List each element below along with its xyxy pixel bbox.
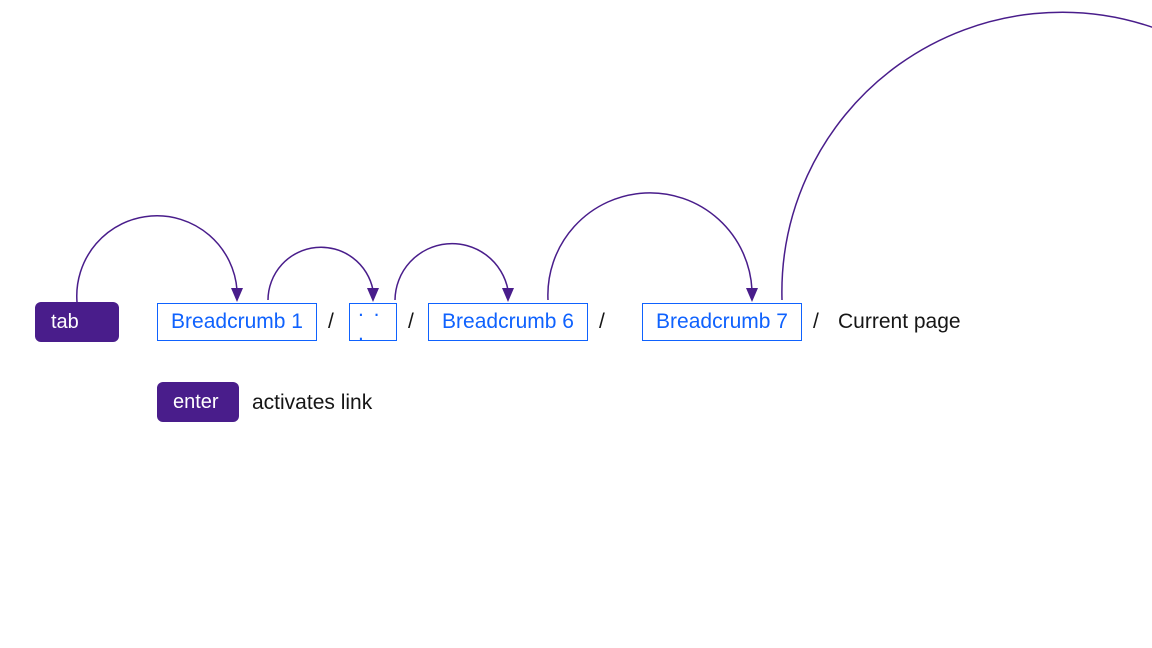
breadcrumb-keyboard-diagram: tab Breadcrumb 1 / . . . / Breadcrumb 6 … [0, 0, 1152, 648]
breadcrumb-link-6[interactable]: Breadcrumb 6 [428, 303, 588, 341]
enter-key-badge: enter [157, 382, 239, 422]
breadcrumb-separator: / [813, 310, 819, 334]
breadcrumb-link-7[interactable]: Breadcrumb 7 [642, 303, 802, 341]
tab-key-badge: tab [35, 302, 119, 342]
breadcrumb-current-page: Current page [838, 310, 961, 334]
breadcrumb-separator: / [599, 310, 605, 334]
breadcrumb-overflow-button[interactable]: . . . [349, 303, 397, 341]
breadcrumb-link-1[interactable]: Breadcrumb 1 [157, 303, 317, 341]
breadcrumb-separator: / [328, 310, 334, 334]
breadcrumb-separator: / [408, 310, 414, 334]
enter-key-description: activates link [252, 391, 372, 415]
